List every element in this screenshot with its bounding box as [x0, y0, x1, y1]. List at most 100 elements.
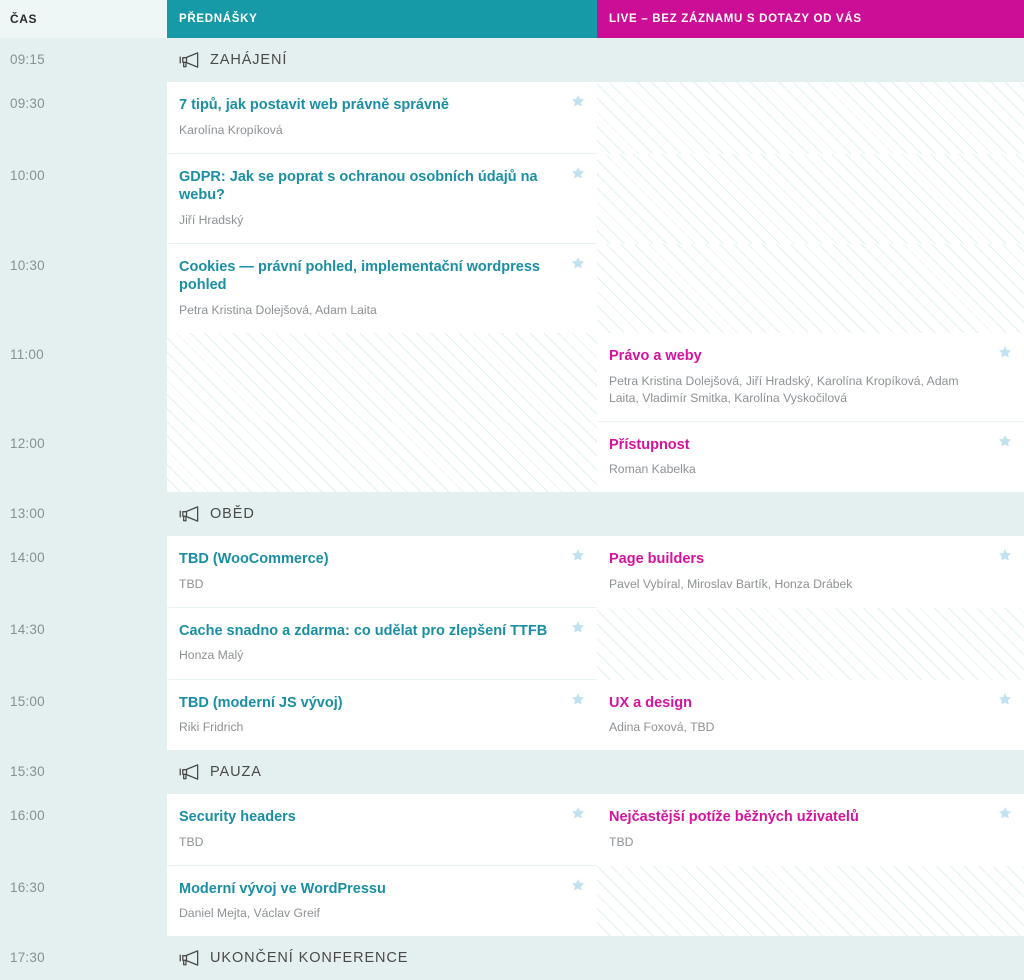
time-label: 10:00 [10, 167, 45, 183]
time-label: 13:00 [10, 506, 45, 522]
session-title[interactable]: Security headers [179, 808, 563, 827]
session-title[interactable]: TBD (moderní JS vývoj) [179, 694, 563, 713]
session-card[interactable]: Moderní vývoj ve WordPressu Daniel Mejta,… [167, 865, 597, 937]
break-label: ZAHÁJENÍ [210, 52, 288, 68]
star-icon[interactable] [998, 548, 1012, 562]
break-inner: UKONČENÍ KONFERENCE [167, 936, 597, 980]
break-row: 13:00 OBĚD [0, 492, 1024, 537]
star-icon[interactable] [571, 692, 585, 706]
star-icon[interactable] [998, 806, 1012, 820]
session-row: 16:00 Security headers TBD Nejčastější potí… [0, 794, 1024, 866]
time-label: 09:30 [10, 96, 45, 111]
empty-slot [597, 243, 1024, 333]
session-title[interactable]: TBD (WooCommerce) [179, 550, 563, 569]
session-title[interactable]: Cookies — právní pohled, implementační w… [179, 258, 563, 295]
session-speakers: Petra Kristina Dolejšová, Jiří Hradský, … [609, 373, 959, 405]
time-cell: 15:30 [0, 750, 167, 795]
star-icon[interactable] [998, 692, 1012, 706]
talks-column-cell: Cache snadno a zdarma: co udělat pro zle… [167, 607, 597, 680]
megaphone-icon [179, 763, 200, 781]
session-row: 16:30 Moderní vývoj ve WordPressu Daniel M… [0, 865, 1024, 937]
schedule-header-row: ČAS PŘEDNÁŠKY LIVE – BEZ ZÁZNAMU S DOTAZ… [0, 0, 1024, 38]
session-speakers: Petra Kristina Dolejšová, Adam Laita [179, 302, 377, 317]
star-icon[interactable] [998, 345, 1012, 359]
session-row: 15:00 TBD (moderní JS vývoj) Riki Fridrich… [0, 679, 1024, 751]
live-column-cell: Page builders Pavel Vybíral, Miroslav Bar… [597, 536, 1024, 608]
session-row: 09:30 7 tipů, jak postavit web právně spr… [0, 82, 1024, 154]
session-card[interactable]: Security headers TBD [167, 794, 597, 866]
break-label-cell: OBĚD [167, 492, 597, 537]
session-speakers: Jiří Hradský [179, 212, 244, 227]
session-card[interactable]: Nejčastější potíže běžných uživatelů TBD [597, 794, 1024, 866]
session-row: 10:30 Cookies — právní pohled, implementa… [0, 243, 1024, 333]
talks-column-cell: GDPR: Jak se poprat s ochranou osobních … [167, 153, 597, 244]
session-row: 14:00 TBD (WooCommerce) TBD Page builders Pa… [0, 536, 1024, 608]
star-icon[interactable] [571, 620, 585, 634]
time-cell: 10:00 [0, 153, 167, 244]
star-icon[interactable] [571, 806, 585, 820]
session-card[interactable]: Právo a weby Petra Kristina Dolejšová, Ji… [597, 332, 1024, 422]
star-icon[interactable] [571, 166, 585, 180]
session-card[interactable]: Cookies — právní pohled, implementační w… [167, 243, 597, 333]
live-column-cell: Přístupnost Roman Kabelka [597, 421, 1024, 493]
star-icon[interactable] [571, 256, 585, 270]
session-speakers: Adina Foxová, TBD [609, 720, 715, 735]
live-column-cell [597, 243, 1024, 333]
header-talks-column: PŘEDNÁŠKY [167, 0, 597, 38]
star-icon[interactable] [571, 94, 585, 108]
talks-column-cell: Security headers TBD [167, 794, 597, 866]
talks-column-cell: TBD (WooCommerce) TBD [167, 536, 597, 608]
session-title[interactable]: GDPR: Jak se poprat s ochranou osobních … [179, 168, 563, 205]
session-title[interactable]: 7 tipů, jak postavit web právně správně [179, 96, 563, 115]
conference-schedule: ČAS PŘEDNÁŠKY LIVE – BEZ ZÁZNAMU S DOTAZ… [0, 0, 1024, 980]
star-icon[interactable] [571, 878, 585, 892]
session-title[interactable]: Cache snadno a zdarma: co udělat pro zle… [179, 622, 563, 641]
talks-column-cell: TBD (moderní JS vývoj) Riki Fridrich [167, 679, 597, 751]
star-icon[interactable] [571, 548, 585, 562]
session-card[interactable]: TBD (moderní JS vývoj) Riki Fridrich [167, 679, 597, 751]
session-card[interactable]: UX a design Adina Foxová, TBD [597, 679, 1024, 751]
megaphone-icon [179, 505, 200, 523]
session-card[interactable]: Page builders Pavel Vybíral, Miroslav Bar… [597, 536, 1024, 608]
live-column-cell [597, 82, 1024, 154]
schedule-body: 09:15 ZAHÁJENÍ 09:30 7 tipů, jak postavit w… [0, 38, 1024, 980]
break-label: UKONČENÍ KONFERENCE [210, 950, 409, 967]
session-title[interactable]: Přístupnost [609, 436, 990, 455]
session-speakers: Honza Malý [179, 648, 244, 663]
session-speakers: Roman Kabelka [609, 462, 696, 477]
session-title[interactable]: Page builders [609, 550, 990, 569]
time-cell: 16:30 [0, 865, 167, 937]
megaphone-icon [179, 949, 200, 967]
empty-slot [167, 332, 597, 422]
header-live-column: LIVE – BEZ ZÁZNAMU S DOTAZY OD VÁS [597, 0, 1024, 38]
time-label: 09:15 [10, 52, 45, 67]
talks-column-cell: Moderní vývoj ve WordPressu Daniel Mejta,… [167, 865, 597, 937]
session-card[interactable]: TBD (WooCommerce) TBD [167, 536, 597, 608]
time-cell: 09:15 [0, 38, 167, 82]
header-live-label: LIVE – BEZ ZÁZNAMU S DOTAZY OD VÁS [609, 13, 862, 25]
time-cell: 13:00 [0, 492, 167, 537]
time-cell: 09:30 [0, 82, 167, 154]
session-row: 10:00 GDPR: Jak se poprat s ochranou osob… [0, 153, 1024, 244]
break-live-cell [597, 38, 1024, 82]
break-inner: OBĚD [167, 492, 597, 536]
session-card[interactable]: Cache snadno a zdarma: co udělat pro zle… [167, 607, 597, 680]
time-label: 14:00 [10, 550, 45, 566]
time-label: 10:30 [10, 257, 45, 273]
session-card[interactable]: 7 tipů, jak postavit web právně správně K… [167, 82, 597, 154]
session-card[interactable]: Přístupnost Roman Kabelka [597, 421, 1024, 493]
break-live-cell [597, 492, 1024, 537]
session-card[interactable]: GDPR: Jak se poprat s ochranou osobních … [167, 153, 597, 244]
session-title[interactable]: Moderní vývoj ve WordPressu [179, 880, 563, 899]
session-title[interactable]: Nejčastější potíže běžných uživatelů [609, 808, 990, 827]
session-title[interactable]: Právo a weby [609, 347, 990, 366]
session-row: 14:30 Cache snadno a zdarma: co udělat pr… [0, 607, 1024, 680]
time-cell: 14:30 [0, 607, 167, 680]
time-label: 12:00 [10, 435, 45, 451]
star-icon[interactable] [998, 434, 1012, 448]
time-label: 15:30 [10, 764, 45, 780]
empty-slot [597, 153, 1024, 244]
session-title[interactable]: UX a design [609, 694, 990, 713]
break-row: 15:30 PAUZA [0, 750, 1024, 795]
session-speakers: TBD [179, 576, 204, 591]
